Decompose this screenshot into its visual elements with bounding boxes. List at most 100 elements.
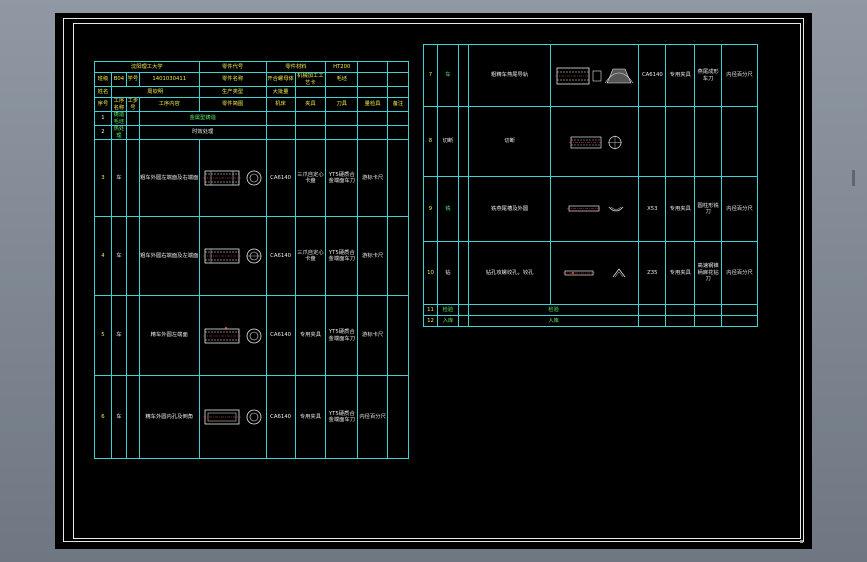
content-cell: 粗精车燕尾导轨: [467, 44, 552, 107]
empty-cell: [294, 86, 327, 98]
measure-cell: 内径百分尺: [721, 241, 758, 305]
op-cell: 热处理: [110, 125, 127, 140]
empty-cell: [357, 86, 389, 98]
bushing-sketch-icon: [202, 326, 261, 343]
empty-cell: [325, 86, 359, 98]
process-table-left: 沈阳理工大学 零件代号 零件材料 HT200 班级 B04 学号 1401030…: [94, 61, 409, 459]
empty-cell: [357, 72, 389, 87]
fixture-cell: [665, 315, 696, 327]
machine-cell: CA6140: [265, 216, 296, 296]
seq-cell: 10: [423, 241, 438, 305]
step-cell: [125, 375, 140, 459]
tool-cell: YT5硬质合金端面车刀: [325, 216, 359, 296]
part-sketch: [198, 295, 267, 376]
bushing-sketch-icon: [202, 170, 261, 186]
header-row-2: 班级 B04 学号 1401030411 零件名称 开合螺母体 机械加工工艺卡 …: [94, 72, 409, 87]
op-cell: 铸造毛坯: [110, 111, 127, 126]
school-name: 沈阳理工大学: [94, 61, 200, 73]
resize-grip-icon[interactable]: [800, 540, 803, 543]
table-row: 10 钻 钻孔攻螺纹孔，铰孔 Z35 专用夹具 高速钢锥柄麻花钻刀 内径百分尺: [423, 241, 758, 305]
step-cell: [457, 44, 469, 107]
machine-cell: CA6140: [265, 295, 296, 376]
tool-cell: 高速钢锥柄麻花钻刀: [694, 241, 723, 305]
part-sketch: [198, 375, 267, 459]
tool-cell: YT5硬质合金端面车刀: [325, 295, 359, 376]
column-header-row: 序号 工序名称 工步号 工序内容 零件简图 机床 夹具 刀具 量检具 备注: [94, 97, 409, 112]
part-sketch: [550, 44, 640, 107]
op-cell: 车: [110, 216, 127, 296]
content-cell: 切断: [467, 106, 552, 177]
table-row: 7 车 粗精车燕尾导轨 CA6140 专用夹具 燕尾成形车刀 内径百分尺: [423, 44, 758, 107]
machine-cell: [265, 111, 296, 126]
part-sketch: [550, 106, 640, 177]
content-cell: 粗车外圆右端面及左端面: [138, 216, 200, 296]
content-cell: 精车外圆左端面: [138, 295, 200, 376]
content-cell: 铣燕尾槽及外圆: [467, 176, 552, 242]
table-row: 3 车 粗车外圆左端面及右端面 CA6140 三爪自定心卡盘 YT5硬质合金端面…: [94, 139, 409, 217]
op-cell: 车: [110, 375, 127, 459]
table-row: 2 热处理 时效处理: [94, 125, 409, 140]
seq-cell: 2: [94, 125, 112, 140]
name-label: 姓名: [94, 86, 112, 98]
student-no: 1401030411: [138, 72, 200, 87]
material-grade: HT200: [325, 61, 359, 73]
note-cell: [387, 295, 409, 376]
content-cell: 钻孔攻螺纹孔，铰孔: [467, 241, 552, 305]
process-table-right: 7 车 粗精车燕尾导轨 CA6140 专用夹具 燕尾成形车刀 内径百分尺 8 切…: [423, 44, 758, 327]
seq-cell: 9: [423, 176, 438, 242]
tool-cell: [325, 111, 359, 126]
seq-cell: 11: [423, 304, 438, 316]
measure-cell: [357, 125, 389, 140]
empty-cell: [387, 61, 409, 73]
class-value: B04: [110, 72, 127, 87]
col-step-content: 工序内容: [138, 97, 200, 112]
blank-label: 毛坯: [325, 72, 359, 87]
table-row: 8 切断 切断: [423, 106, 758, 177]
measure-cell: 内径百分尺: [721, 44, 758, 107]
production-value: 大批量: [265, 86, 296, 98]
process-card-label: 机械加工工艺卡: [294, 72, 327, 87]
machine-cell: [638, 106, 667, 177]
seq-cell: 5: [94, 295, 112, 376]
op-cell: 铣: [436, 176, 459, 242]
header-row-3: 姓名 周钦明 生产类型 大批量: [94, 86, 409, 98]
fixture-cell: 专用夹具: [665, 241, 696, 305]
name-value: 周钦明: [110, 86, 200, 98]
step-cell: [457, 106, 469, 177]
tool-cell: [694, 304, 723, 316]
fixture-cell: [294, 111, 327, 126]
seq-cell: 7: [423, 44, 438, 107]
step-cell: [125, 216, 140, 296]
fixture-cell: 专用夹具: [294, 295, 327, 376]
machine-cell: Z35: [638, 241, 667, 305]
fixture-cell: [665, 304, 696, 316]
student-no-label: 学号: [125, 72, 140, 87]
measure-cell: 游标卡尺: [357, 295, 389, 376]
table-row: 11 检验 检验: [423, 304, 758, 316]
fixture-cell: 专用夹具: [294, 375, 327, 459]
measure-cell: 内径百分尺: [357, 375, 389, 459]
table-row: 5 车 精车外圆左端面 CA6140 专用夹具 YT5硬质合金端面车刀 游标卡尺: [94, 295, 409, 376]
step-cell: [457, 241, 469, 305]
col-machine: 机床: [265, 97, 296, 112]
tool-cell: YT5硬质合金端面车刀: [325, 139, 359, 217]
seq-cell: 3: [94, 139, 112, 217]
seq-cell: 8: [423, 106, 438, 177]
step-cell: [457, 315, 469, 327]
col-measure: 量检具: [357, 97, 389, 112]
content-cell: 粗车外圆左端面及右端面: [138, 139, 200, 217]
content-cell: 精车外圆内孔及倒角: [138, 375, 200, 459]
fixture-cell: 专用夹具: [665, 44, 696, 107]
op-cell: 车: [110, 139, 127, 217]
scrollbar-thumb[interactable]: [852, 170, 855, 186]
col-seq: 序号: [94, 97, 112, 112]
table-row: 1 铸造毛坯 金属型铸造: [94, 111, 409, 126]
machine-cell: X53: [638, 176, 667, 242]
cutoff-sketch-icon: [568, 135, 622, 149]
content-cell: 时效处理: [138, 125, 267, 140]
fixture-cell: [294, 125, 327, 140]
drilling-sketch-icon: [562, 268, 626, 278]
measure-cell: [721, 304, 758, 316]
note-cell: [387, 111, 409, 126]
part-sketch: [198, 139, 267, 217]
